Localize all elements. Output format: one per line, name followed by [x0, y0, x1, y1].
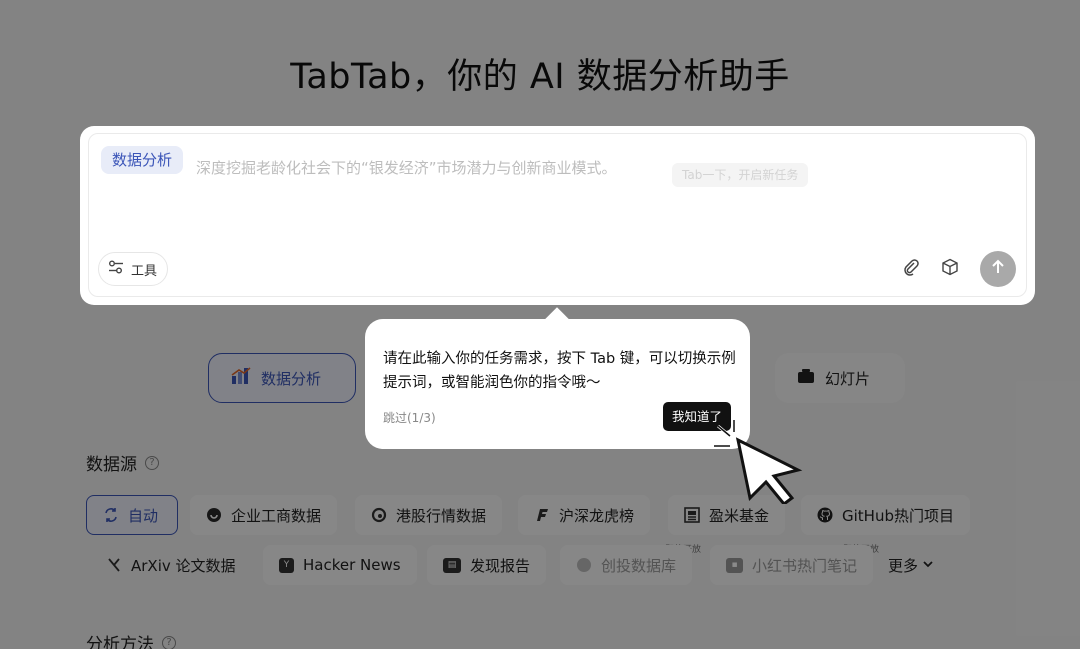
tools-button[interactable]: 工具 — [98, 252, 169, 286]
cursor-icon — [712, 420, 804, 508]
task-input-placeholder[interactable]: 深度挖掘老龄化社会下的“银发经济”市场潜力与创新商业模式。 — [196, 157, 617, 178]
sliders-icon — [107, 259, 125, 279]
tools-label: 工具 — [131, 263, 158, 279]
attach-button[interactable] — [898, 256, 924, 282]
task-input-box[interactable]: 数据分析 深度挖掘老龄化社会下的“银发经济”市场潜力与创新商业模式。 Tab一下… — [88, 133, 1027, 297]
onboarding-popover: 请在此输入你的任务需求，按下 Tab 键，可以切换示例提示词，或智能润色你的指令… — [365, 319, 750, 449]
skip-link[interactable]: 跳过(1/3) — [383, 409, 436, 426]
cube-icon — [941, 258, 959, 280]
tab-hint: Tab一下，开启新任务 — [672, 163, 809, 187]
paperclip-icon — [902, 258, 920, 280]
mode-tag[interactable]: 数据分析 — [101, 146, 184, 174]
send-button[interactable] — [980, 251, 1016, 287]
popover-text: 请在此输入你的任务需求，按下 Tab 键，可以切换示例提示词，或智能润色你的指令… — [383, 351, 736, 391]
model-button[interactable] — [937, 256, 963, 282]
arrow-up-icon — [990, 259, 1006, 279]
task-input-card[interactable]: 数据分析 深度挖掘老龄化社会下的“银发经济”市场潜力与创新商业模式。 Tab一下… — [80, 126, 1035, 305]
